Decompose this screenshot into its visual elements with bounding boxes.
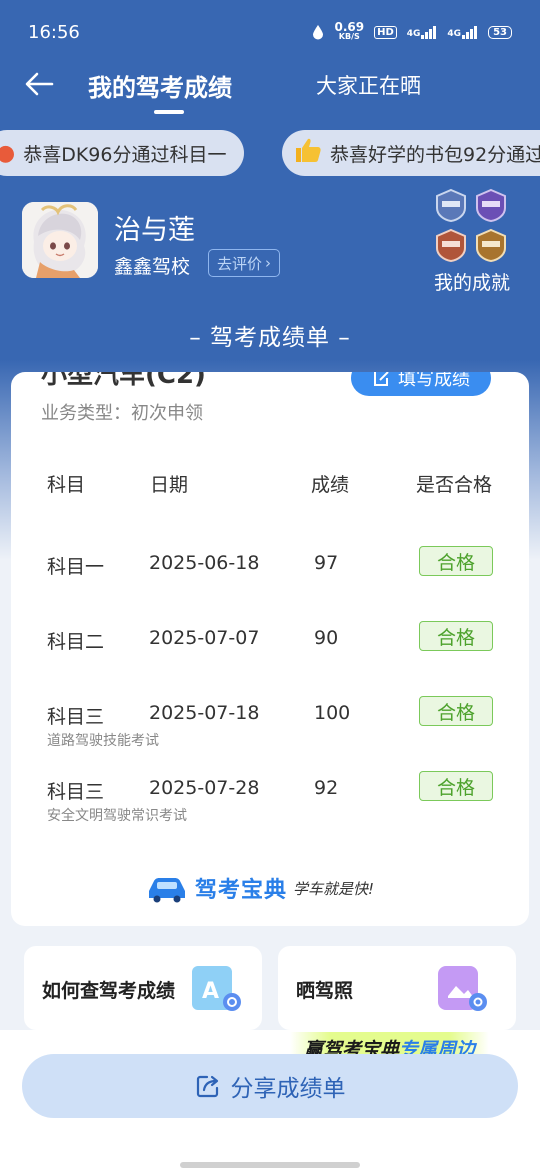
column-header-subject: 科目 [47,474,86,496]
feature-tiles: 如何查驾考成绩 A 晒驾照 [24,946,516,1030]
fill-score-button[interactable]: 填写成绩 [351,372,491,396]
score-sheet-title: – 驾考成绩单 – [189,325,351,351]
hd-icon: HD [374,25,397,39]
badge-icon [436,188,466,222]
active-tab-indicator [154,110,184,114]
achievement-badges[interactable] [434,188,514,268]
share-icon [196,1075,218,1098]
user-name: 治与莲 [114,215,195,246]
network-speed: 0.69 KB/S [334,20,365,41]
status-time: 16:56 [28,21,80,43]
driving-school: 鑫鑫驾校 [114,256,191,278]
home-indicator[interactable] [180,1162,360,1168]
vehicle-type: 小型汽车(C2) [41,372,206,390]
row-date: 2025-07-18 [149,702,260,724]
search-doc-icon: A [192,966,241,1011]
badge-icon [476,228,506,262]
column-header-date: 日期 [150,474,189,496]
edit-icon [374,372,389,386]
svg-text:A: A [202,979,219,1004]
pass-badge: 合格 [419,771,493,801]
column-header-passed: 是否合格 [416,474,493,496]
status-icons: 0.69 KB/S HD 4G 4G 53 [312,20,512,42]
tab-my-scores[interactable]: 我的驾考成绩 [88,68,232,103]
score-card: 小型汽车(C2) 填写成绩 业务类型：初次申领 科目 日期 成绩 是否合格 科目… [11,372,529,926]
row-subject: 科目三 [47,781,105,803]
status-bar: 16:56 0.69 KB/S HD 4G 4G 53 [0,0,540,64]
query-score-tile[interactable]: 如何查驾考成绩 A [24,946,262,1030]
row-score: 97 [314,552,339,574]
row-score: 90 [314,627,339,649]
share-score-button[interactable]: 分享成绩单 [22,1054,518,1118]
row-subject: 科目一 [47,556,105,578]
party-icon: ● [0,140,16,166]
back-arrow-icon[interactable] [22,66,58,102]
thumbs-up-icon [294,137,322,169]
pass-badge: 合格 [419,546,493,576]
row-subject: 科目二 [47,631,105,653]
row-date: 2025-07-28 [149,777,260,799]
badge-icon [476,188,506,222]
nav-bar: 我的驾考成绩 大家正在晒 [0,60,540,114]
avatar[interactable] [22,202,98,278]
show-license-tile[interactable]: 晒驾照 [278,946,516,1030]
row-note: 道路驾驶技能考试 [47,733,159,749]
car-icon [149,878,185,903]
ticker-item[interactable]: ● 恭喜DK96分通过科目一 [0,130,245,176]
tab-everyone-sharing[interactable]: 大家正在晒 [316,70,421,100]
row-date: 2025-07-07 [149,627,260,649]
profile-section: 治与莲 鑫鑫驾校 去评价 › 我的成就 [22,188,522,295]
photo-icon [438,966,487,1011]
congrats-ticker: ● 恭喜DK96分通过科目一 恭喜好学的书包92分通过科目 [0,130,540,176]
ticker-item[interactable]: 恭喜好学的书包92分通过科目 [282,130,540,176]
pass-badge: 合格 [419,696,493,726]
row-date: 2025-06-18 [149,552,260,574]
my-achievements-label[interactable]: 我的成就 [434,268,510,295]
data-drop-icon [313,25,324,40]
brand-logo: 驾考宝典 学车就是快! [145,868,405,908]
row-score: 100 [314,702,351,724]
badge-icon [436,228,466,262]
row-note: 安全文明驾驶常识考试 [47,808,187,824]
signal-icon-2: 4G [447,25,478,39]
pass-badge: 合格 [419,621,493,651]
signal-icon: 4G [407,25,438,39]
column-header-score: 成绩 [311,474,350,496]
chevron-right-icon: › [265,254,272,272]
battery-icon: 53 [488,25,512,39]
row-subject: 科目三 [47,706,105,728]
business-type: 业务类型：初次申领 [41,403,203,424]
row-score: 92 [314,777,339,799]
rate-school-button[interactable]: 去评价 › [208,249,281,277]
